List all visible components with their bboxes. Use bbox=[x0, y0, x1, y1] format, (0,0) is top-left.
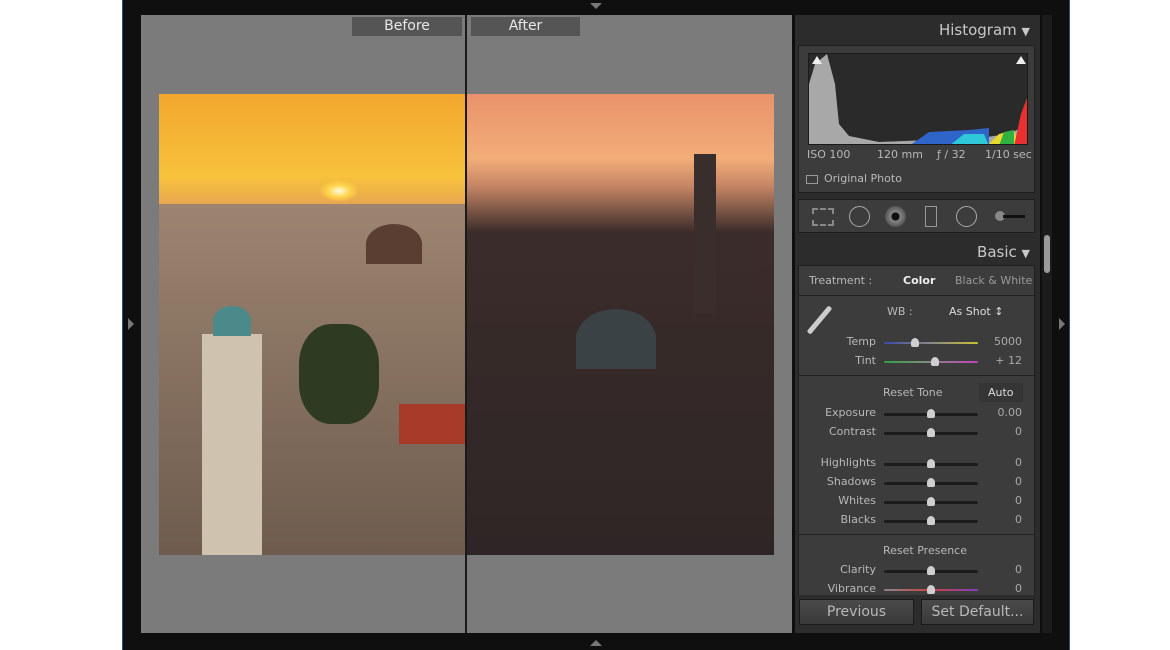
treatment-label: Treatment : bbox=[809, 274, 873, 287]
slider-clarity[interactable]: Clarity 0 bbox=[799, 563, 1034, 579]
basic-header[interactable]: Basic ▼ bbox=[977, 243, 1030, 261]
adjustment-brush-icon[interactable] bbox=[995, 211, 1027, 221]
set-default-button[interactable]: Set Default... bbox=[921, 599, 1034, 625]
slider-vibrance[interactable]: Vibrance 0 bbox=[799, 582, 1034, 595]
slider-contrast[interactable]: Contrast 0 bbox=[799, 425, 1034, 441]
treatment-bw-button[interactable]: Black & White bbox=[955, 274, 1032, 287]
slider-value[interactable]: 0 bbox=[1015, 494, 1022, 507]
reset-presence-button[interactable]: Reset Presence bbox=[883, 544, 967, 557]
collapse-triangle-icon: ▼ bbox=[1021, 25, 1030, 38]
histogram-header[interactable]: Histogram ▼ bbox=[939, 21, 1030, 39]
graduated-filter-icon[interactable] bbox=[925, 206, 937, 227]
slider-exposure[interactable]: Exposure 0.00 bbox=[799, 406, 1034, 422]
bottom-panel-toggle[interactable] bbox=[590, 640, 602, 646]
histogram-title: Histogram bbox=[938, 21, 1017, 39]
previous-button[interactable]: Previous bbox=[799, 599, 914, 625]
develop-right-panel: Histogram ▼ ISO 100 120 mm ƒ / 32 1/10 s… bbox=[795, 15, 1040, 633]
slider-label: Whites bbox=[838, 494, 876, 507]
slider-value[interactable]: 0.00 bbox=[998, 406, 1023, 419]
original-photo-label: Original Photo bbox=[824, 172, 902, 185]
histogram-graph bbox=[808, 53, 1028, 145]
slider-blacks[interactable]: Blacks 0 bbox=[799, 513, 1034, 529]
crop-overlay-icon[interactable] bbox=[812, 208, 834, 226]
panel-scrollbar[interactable] bbox=[1042, 15, 1052, 633]
treatment-color-button[interactable]: Color bbox=[903, 274, 935, 287]
slider-track[interactable] bbox=[884, 516, 978, 525]
left-panel-toggle[interactable] bbox=[128, 318, 134, 330]
slider-shadows[interactable]: Shadows 0 bbox=[799, 475, 1034, 491]
slider-track[interactable] bbox=[884, 409, 978, 418]
after-image bbox=[466, 94, 774, 555]
slider-label: Shadows bbox=[826, 475, 876, 488]
slider-label: Contrast bbox=[828, 425, 876, 438]
right-panel-toggle[interactable] bbox=[1059, 318, 1065, 330]
before-after-divider[interactable] bbox=[465, 15, 467, 633]
iso-readout: ISO 100 bbox=[807, 148, 851, 161]
slider-thumb[interactable] bbox=[927, 459, 935, 468]
slider-track[interactable] bbox=[884, 459, 978, 468]
before-label: Before bbox=[352, 17, 462, 36]
slider-label: Tint bbox=[855, 354, 876, 367]
shutter-readout: 1/10 sec bbox=[985, 148, 1032, 161]
slider-track[interactable] bbox=[884, 585, 978, 594]
before-image bbox=[159, 94, 466, 555]
slider-label: Blacks bbox=[840, 513, 877, 526]
spot-removal-icon[interactable] bbox=[849, 206, 870, 227]
slider-thumb[interactable] bbox=[927, 428, 935, 437]
top-panel-toggle[interactable] bbox=[590, 3, 602, 9]
wb-label: WB : bbox=[887, 305, 913, 318]
slider-track[interactable] bbox=[884, 357, 978, 366]
slider-highlights[interactable]: Highlights 0 bbox=[799, 456, 1034, 472]
slider-track[interactable] bbox=[884, 338, 978, 347]
slider-thumb[interactable] bbox=[927, 566, 935, 575]
slider-tint[interactable]: Tint + 12 bbox=[799, 354, 1034, 370]
basic-title: Basic bbox=[977, 243, 1017, 261]
histogram-panel: ISO 100 120 mm ƒ / 32 1/10 sec Original … bbox=[798, 45, 1035, 193]
auto-tone-button[interactable]: Auto bbox=[979, 383, 1023, 402]
original-photo-checkbox[interactable] bbox=[806, 175, 818, 184]
slider-label: Temp bbox=[846, 335, 876, 348]
basic-panel: Treatment : Color Black & White WB : As … bbox=[798, 265, 1035, 595]
slider-thumb[interactable] bbox=[927, 516, 935, 525]
slider-thumb[interactable] bbox=[927, 497, 935, 506]
slider-whites[interactable]: Whites 0 bbox=[799, 494, 1034, 510]
slider-thumb[interactable] bbox=[927, 409, 935, 418]
slider-value[interactable]: 0 bbox=[1015, 475, 1022, 488]
slider-value[interactable]: 5000 bbox=[994, 335, 1022, 348]
slider-value[interactable]: 0 bbox=[1015, 456, 1022, 469]
aperture-readout: ƒ / 32 bbox=[937, 148, 966, 161]
after-label: After bbox=[471, 17, 580, 36]
radial-filter-icon[interactable] bbox=[956, 206, 977, 227]
slider-track[interactable] bbox=[884, 428, 978, 437]
slider-value[interactable]: 0 bbox=[1015, 425, 1022, 438]
slider-label: Clarity bbox=[840, 563, 876, 576]
slider-thumb[interactable] bbox=[927, 585, 935, 594]
slider-temp[interactable]: Temp 5000 bbox=[799, 335, 1034, 351]
red-eye-icon[interactable] bbox=[885, 206, 906, 227]
slider-track[interactable] bbox=[884, 478, 978, 487]
slider-value[interactable]: 0 bbox=[1015, 563, 1022, 576]
slider-track[interactable] bbox=[884, 497, 978, 506]
slider-label: Highlights bbox=[820, 456, 876, 469]
slider-thumb[interactable] bbox=[927, 478, 935, 487]
slider-value[interactable]: 0 bbox=[1015, 513, 1022, 526]
slider-value[interactable]: + 12 bbox=[995, 354, 1022, 367]
wb-select[interactable]: As Shot ↕ bbox=[949, 305, 1003, 318]
slider-track[interactable] bbox=[884, 566, 978, 575]
slider-thumb[interactable] bbox=[930, 357, 939, 366]
slider-value[interactable]: 0 bbox=[1015, 582, 1022, 595]
collapse-triangle-icon: ▼ bbox=[1021, 247, 1030, 260]
scrollbar-thumb[interactable] bbox=[1044, 235, 1050, 273]
slider-label: Exposure bbox=[825, 406, 876, 419]
eyedropper-icon[interactable] bbox=[806, 305, 833, 335]
reset-tone-button[interactable]: Reset Tone bbox=[883, 386, 943, 399]
tool-strip bbox=[798, 199, 1035, 233]
focal-readout: 120 mm bbox=[877, 148, 923, 161]
slider-thumb[interactable] bbox=[911, 338, 920, 347]
slider-label: Vibrance bbox=[827, 582, 876, 595]
before-after-viewer[interactable]: Before After bbox=[141, 15, 792, 633]
highlight-clipping-icon bbox=[1016, 56, 1026, 64]
